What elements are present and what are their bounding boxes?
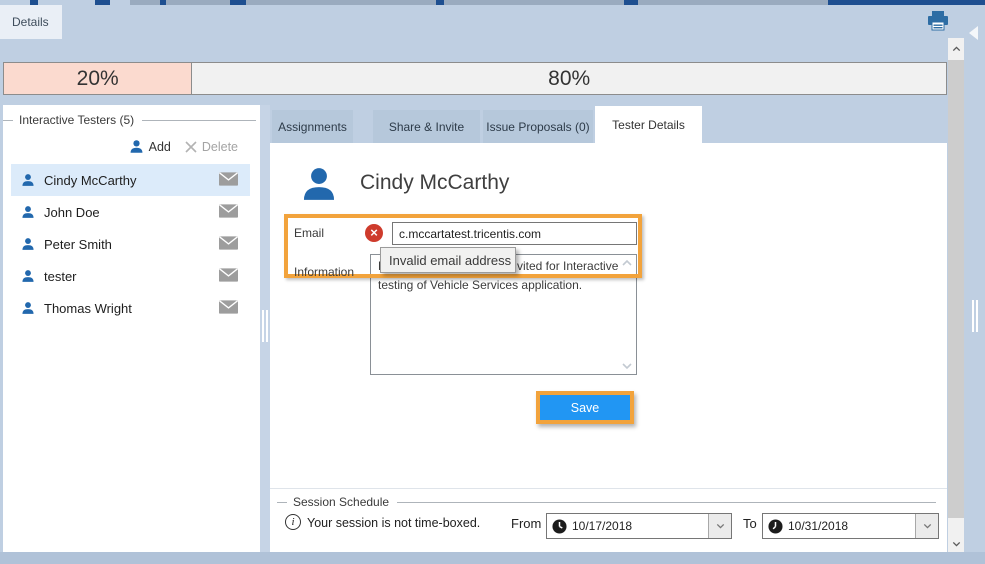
progress-remaining-label: 80%	[548, 66, 591, 90]
mail-icon[interactable]	[219, 172, 238, 189]
to-date-picker[interactable]: 10/31/2018	[762, 513, 939, 539]
save-button[interactable]: Save	[540, 395, 630, 420]
clock-icon	[552, 518, 567, 534]
to-date-value: 10/31/2018	[788, 519, 849, 533]
testers-panel: Interactive Testers (5) Add Delete Cindy…	[3, 105, 260, 552]
window-top-edge	[0, 0, 985, 5]
from-date-picker[interactable]: 10/17/2018	[546, 513, 732, 539]
from-date-dropdown-button[interactable]	[708, 514, 731, 538]
add-user-icon	[130, 140, 143, 153]
tab-issue-proposals[interactable]: Issue Proposals (0)	[483, 110, 593, 143]
tab-details-label: Details	[12, 15, 49, 29]
save-highlight-box: Save	[536, 391, 634, 424]
chevron-up-icon	[952, 46, 960, 52]
mail-icon[interactable]	[219, 204, 238, 221]
info-icon: i	[285, 514, 301, 530]
vertical-splitter-right[interactable]	[971, 300, 978, 332]
section-divider	[270, 488, 947, 489]
chevron-down-icon	[952, 541, 960, 547]
to-date-dropdown-button[interactable]	[915, 514, 938, 538]
session-info-text: Your session is not time-boxed.	[307, 516, 481, 530]
tester-avatar-icon	[300, 165, 338, 208]
information-text-fragment: vited for Interactive	[517, 259, 619, 273]
chevron-down-icon	[716, 523, 724, 529]
mail-icon[interactable]	[219, 268, 238, 285]
delete-button-label: Delete	[201, 139, 238, 154]
window-bottom-edge	[0, 552, 985, 564]
scrollbar-thumb[interactable]	[948, 518, 964, 533]
progress-segment-complete: 20%	[4, 63, 193, 94]
testers-group-title: Interactive Testers (5)	[19, 113, 135, 127]
tester-list-item[interactable]: Thomas Wright	[11, 292, 250, 324]
scroll-down-icon[interactable]	[621, 361, 633, 371]
information-text-fragment: testing of Vehicle Services application.	[378, 278, 583, 292]
tester-list-item[interactable]: tester	[11, 260, 250, 292]
session-schedule-header: Session Schedule	[277, 495, 940, 509]
session-schedule-title: Session Schedule	[293, 495, 390, 509]
vertical-scrollbar[interactable]	[948, 38, 964, 555]
tab-assignments[interactable]: Assignments	[272, 110, 353, 143]
error-icon: ×	[365, 224, 383, 242]
print-icon[interactable]	[926, 10, 950, 32]
tab-details[interactable]: Details	[0, 5, 62, 39]
tester-list-item[interactable]: John Doe	[11, 196, 250, 228]
delete-tester-button[interactable]: Delete	[185, 140, 238, 154]
add-tester-button[interactable]: Add	[129, 139, 171, 154]
validation-tooltip: Invalid email address	[380, 247, 516, 273]
progress-segment-remaining: 80%	[192, 63, 946, 94]
from-date-value: 10/17/2018	[572, 519, 633, 533]
user-icon	[22, 206, 34, 218]
add-button-label: Add	[148, 139, 171, 154]
tab-share-invite[interactable]: Share & Invite	[373, 110, 480, 143]
right-edge-strip	[964, 38, 985, 552]
progress-bar: 20% 80%	[3, 62, 947, 95]
scroll-up-icon[interactable]	[621, 258, 633, 268]
user-icon	[22, 270, 34, 282]
tester-list-item[interactable]: Cindy McCarthy	[11, 164, 250, 196]
vertical-splitter[interactable]	[260, 105, 270, 552]
delete-icon	[185, 140, 197, 153]
information-label: Information	[294, 265, 355, 279]
scroll-up-button[interactable]	[948, 38, 964, 60]
clock-icon	[768, 518, 783, 534]
chevron-down-icon	[923, 523, 931, 529]
tester-list-item[interactable]: Peter Smith	[11, 228, 250, 260]
to-label: To	[743, 516, 757, 531]
progress-complete-label: 20%	[76, 66, 119, 90]
from-label: From	[511, 516, 542, 531]
tester-details-panel: Cindy McCarthy Email × Information E vit…	[270, 143, 947, 552]
tab-tester-details[interactable]: Tester Details	[595, 106, 702, 143]
email-label: Email	[294, 226, 325, 240]
mail-icon[interactable]	[219, 236, 238, 253]
mail-icon[interactable]	[219, 300, 238, 317]
tester-name-heading: Cindy McCarthy	[360, 171, 510, 194]
email-input[interactable]	[392, 222, 637, 245]
user-icon	[22, 174, 34, 186]
user-icon	[22, 302, 34, 314]
user-icon	[22, 238, 34, 250]
testers-group-header: Interactive Testers (5)	[3, 113, 260, 127]
